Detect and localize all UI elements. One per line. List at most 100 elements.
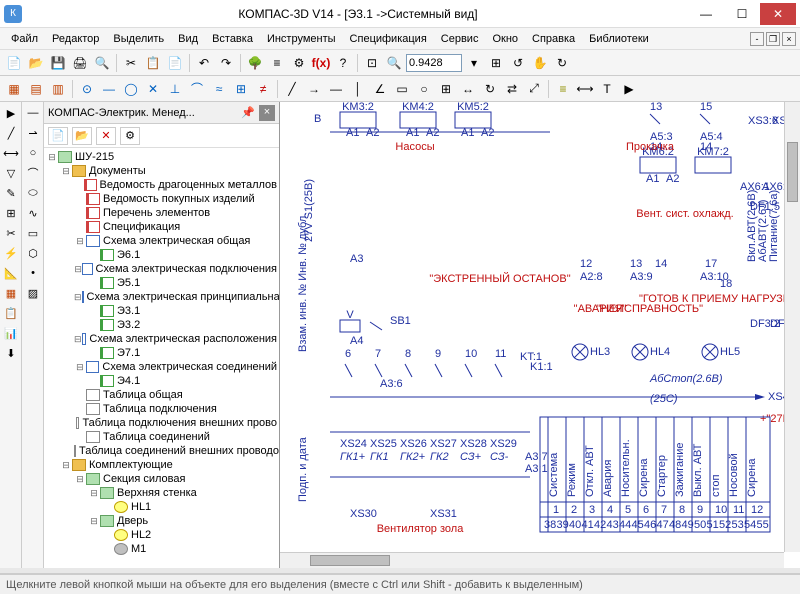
geom-axis-tool[interactable]: ⇀: [24, 124, 42, 142]
snap-mid-button[interactable]: —: [99, 79, 119, 99]
text-tool[interactable]: ✎: [2, 184, 20, 202]
macro-button[interactable]: ▶: [619, 79, 639, 99]
menu-spec[interactable]: Спецификация: [343, 30, 434, 48]
undo-button[interactable]: ↶: [194, 53, 214, 73]
line-button[interactable]: ╱: [282, 79, 302, 99]
geom-poly-tool[interactable]: ⬡: [24, 244, 42, 262]
copy-button[interactable]: 📋: [143, 53, 163, 73]
insert-tool[interactable]: ⬇: [2, 344, 20, 362]
geom-circle-tool[interactable]: ○: [24, 144, 42, 162]
zoom-window-button[interactable]: ⊞: [486, 53, 506, 73]
vertical-scrollbar[interactable]: [784, 102, 800, 552]
minimize-button[interactable]: —: [688, 3, 724, 25]
help-button[interactable]: ?: [333, 53, 353, 73]
select-tool[interactable]: ▦: [2, 284, 20, 302]
menu-service[interactable]: Сервис: [434, 30, 486, 48]
dim-tool[interactable]: ⟷: [2, 144, 20, 162]
line-tool[interactable]: ╱: [2, 124, 20, 142]
paste-button[interactable]: 📄: [165, 53, 185, 73]
param-tool[interactable]: ⚡: [2, 244, 20, 262]
geom-arc-tool[interactable]: ⌒: [24, 164, 42, 182]
tree-button[interactable]: 🌳: [245, 53, 265, 73]
geom-rect-tool[interactable]: ▭: [24, 224, 42, 242]
maximize-button[interactable]: ☐: [724, 3, 760, 25]
menu-insert[interactable]: Вставка: [205, 30, 260, 48]
pan-button[interactable]: ✋: [530, 53, 550, 73]
mdi-close[interactable]: ×: [782, 32, 796, 46]
scale-button[interactable]: ⤢: [524, 79, 544, 99]
cut-button[interactable]: ✂: [121, 53, 141, 73]
geom-point-tool[interactable]: •: [24, 264, 42, 282]
redo-button[interactable]: ↷: [216, 53, 236, 73]
new-button[interactable]: 📄: [4, 53, 24, 73]
vline-button[interactable]: │: [348, 79, 368, 99]
grid-tool[interactable]: ⊞: [2, 204, 20, 222]
zoom-prev-button[interactable]: ↺: [508, 53, 528, 73]
rotate-button[interactable]: ↻: [480, 79, 500, 99]
zoom-fit-button[interactable]: ⊡: [362, 53, 382, 73]
panel-open-button[interactable]: 📂: [72, 127, 92, 145]
report-tool[interactable]: 📊: [2, 324, 20, 342]
save-button[interactable]: 💾: [48, 53, 68, 73]
panel-props-button[interactable]: ⚙: [120, 127, 140, 145]
rect-button[interactable]: ▭: [392, 79, 412, 99]
pointer-tool[interactable]: ▶: [2, 104, 20, 122]
mdi-minimize[interactable]: -: [750, 32, 764, 46]
snap-grid-button[interactable]: ⊞: [231, 79, 251, 99]
sel-view-button[interactable]: ▥: [48, 79, 68, 99]
edit-tool[interactable]: ✂: [2, 224, 20, 242]
menu-libs[interactable]: Библиотеки: [582, 30, 656, 48]
sel-all-button[interactable]: ▦: [4, 79, 24, 99]
geom-spline-tool[interactable]: ∿: [24, 204, 42, 222]
spec-tool[interactable]: 📋: [2, 304, 20, 322]
close-button[interactable]: ✕: [760, 3, 796, 25]
refresh-button[interactable]: ↻: [552, 53, 572, 73]
project-tree[interactable]: ⊟ШУ-215 ⊟Документы Ведомость драгоценных…: [44, 148, 279, 568]
snap-near-button[interactable]: ≈: [209, 79, 229, 99]
measure-tool[interactable]: 📐: [2, 264, 20, 282]
panel-pin-icon[interactable]: 📌: [241, 106, 255, 119]
props-button[interactable]: ⚙: [289, 53, 309, 73]
arrow-button[interactable]: →: [304, 79, 324, 99]
zoom-in-button[interactable]: 🔍: [384, 53, 404, 73]
grid-button[interactable]: ⊞: [436, 79, 456, 99]
zoom-dropdown[interactable]: ▾: [464, 53, 484, 73]
layers-button[interactable]: ≡: [267, 53, 287, 73]
zoom-input[interactable]: [406, 54, 462, 72]
geom-ellipse-tool[interactable]: ⬭: [24, 184, 42, 202]
geom-hatch-tool[interactable]: ▨: [24, 284, 42, 302]
angle-button[interactable]: ∠: [370, 79, 390, 99]
mdi-restore[interactable]: ❐: [766, 32, 780, 46]
panel-delete-button[interactable]: ✕: [96, 127, 116, 145]
move-button[interactable]: ↔: [458, 79, 478, 99]
geom-line-tool[interactable]: —: [24, 104, 42, 122]
snap-off-button[interactable]: ≠: [253, 79, 273, 99]
vars-button[interactable]: f(x): [311, 53, 331, 73]
symbol-tool[interactable]: ▽: [2, 164, 20, 182]
panel-new-button[interactable]: 📄: [48, 127, 68, 145]
menu-tools[interactable]: Инструменты: [260, 30, 343, 48]
snap-tan-button[interactable]: ⌒: [187, 79, 207, 99]
snap-int-button[interactable]: ✕: [143, 79, 163, 99]
layer-mgr-button[interactable]: ≡: [553, 79, 573, 99]
sel-layer-button[interactable]: ▤: [26, 79, 46, 99]
hline-button[interactable]: —: [326, 79, 346, 99]
circle-button[interactable]: ○: [414, 79, 434, 99]
horizontal-scrollbar[interactable]: [280, 552, 784, 568]
snap-perp-button[interactable]: ⊥: [165, 79, 185, 99]
dim-button[interactable]: ⟷: [575, 79, 595, 99]
menu-editor[interactable]: Редактор: [45, 30, 106, 48]
snap-end-button[interactable]: ⊙: [77, 79, 97, 99]
menu-help[interactable]: Справка: [525, 30, 582, 48]
menu-select[interactable]: Выделить: [106, 30, 171, 48]
panel-close-button[interactable]: ×: [259, 105, 275, 121]
preview-button[interactable]: 🔍: [92, 53, 112, 73]
print-button[interactable]: 🖨: [70, 53, 90, 73]
menu-window[interactable]: Окно: [485, 30, 525, 48]
mirror-button[interactable]: ⇄: [502, 79, 522, 99]
drawing-canvas[interactable]: KM3:2 A1A2 KM4:2 A1A2 KM5:2 A1A2 Насосы …: [280, 102, 800, 568]
menu-view[interactable]: Вид: [171, 30, 205, 48]
menu-file[interactable]: Файл: [4, 30, 45, 48]
snap-center-button[interactable]: ◯: [121, 79, 141, 99]
open-button[interactable]: 📂: [26, 53, 46, 73]
